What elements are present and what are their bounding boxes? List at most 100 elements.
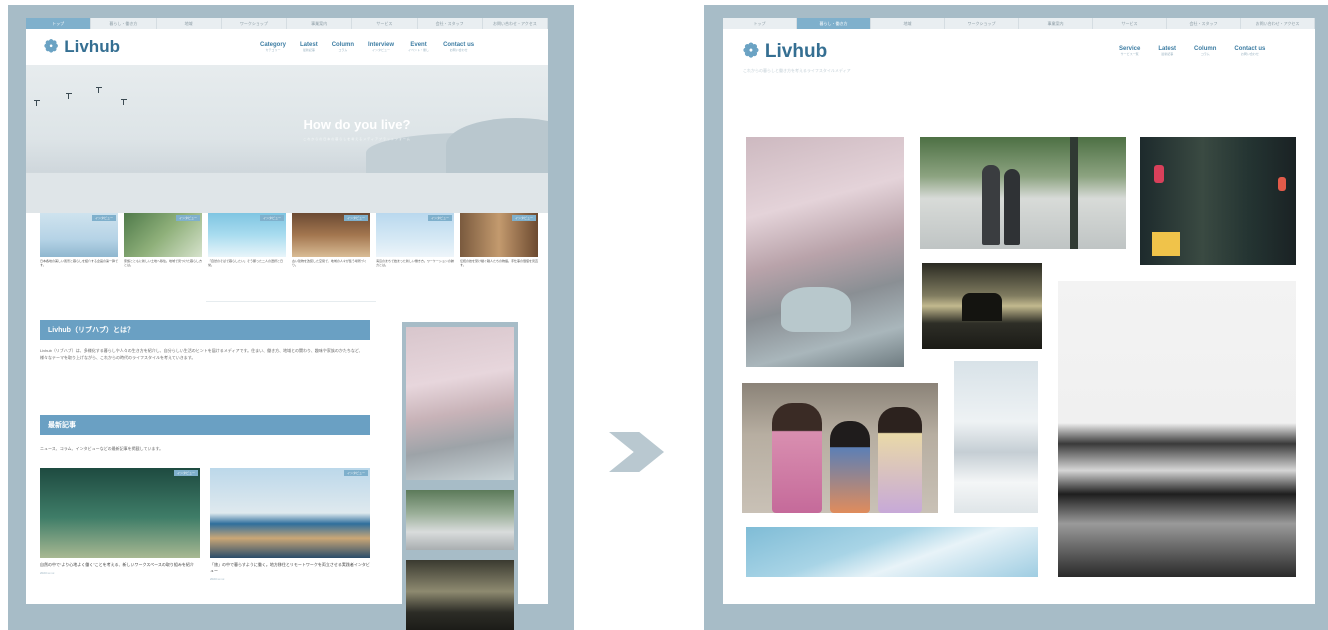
left-tab-contact[interactable]: お問い合わせ・アクセス (483, 18, 548, 29)
cherry-blossom-photo (406, 327, 514, 480)
latest-card[interactable]: インタビュー 自然の中で“より心地よく働く”ことを考える、新しいワークスペースの… (40, 468, 200, 575)
left-menu-category[interactable]: Category カテゴリー (260, 42, 286, 52)
right-tab-top[interactable]: トップ (723, 18, 797, 29)
left-menu-event-jp: イベント・催し (408, 47, 430, 52)
article-badge: インタビュー (343, 215, 368, 221)
hero-banner: How do you live? これからの日本の暮らしを考えるメディアプラット… (26, 65, 548, 213)
latest-card-date: 2023.xx.xx (40, 571, 55, 575)
article-thumb[interactable]: インタビュー 日本各地の美しい風景と暮らしを紹介する企画の第一弾です。 (40, 213, 118, 267)
bench-sunset-photo (406, 560, 514, 630)
right-menu-service-jp: サービス一覧 (1120, 51, 1139, 56)
left-menu-interview[interactable]: Interview インタビュー (368, 42, 394, 52)
girl-figure (878, 407, 922, 513)
left-tab-top[interactable]: トップ (26, 18, 92, 29)
left-topnav: トップ 暮らし・働き方 地域 ワークショップ 事業案内 サービス 会社・スタッフ… (26, 18, 548, 29)
right-menu-column[interactable]: Column コラム (1194, 46, 1216, 56)
article-badge: インタビュー (427, 215, 452, 221)
transition-chevron-icon (609, 432, 664, 472)
bird-icon (34, 100, 40, 107)
bench-couple (962, 293, 1002, 321)
latest-card-title: 自然の中で“より心地よく働く”ことを考える、新しいワークスペースの取り組みを紹介 (40, 562, 194, 567)
right-menu-service[interactable]: Service サービス一覧 (1119, 46, 1140, 56)
article-caption: 伝統の技を受け継ぐ職人たちの物語。手仕事の価値を見直す。 (460, 259, 539, 268)
lantern (1278, 177, 1286, 191)
left-menu-latest[interactable]: Latest 最新記事 (300, 42, 318, 52)
left-logo-text: Livhub (64, 37, 120, 56)
cherry-blossom-swan-boat-photo[interactable] (746, 137, 904, 367)
latest-card-date: 2023.xx.xx (210, 577, 225, 581)
left-logo[interactable]: ❁ Livhub (44, 37, 120, 57)
right-menu-contact-jp: お問い合わせ (1240, 51, 1259, 56)
left-tab-company[interactable]: 会社・スタッフ (418, 18, 483, 29)
right-menu-contact[interactable]: Contact us お問い合わせ (1234, 46, 1265, 56)
snowy-bw-landscape-photo[interactable] (1058, 281, 1296, 577)
latest-card-image: インタビュー (40, 468, 200, 558)
latest-card[interactable]: インタビュー 「旅」の中で暮らすように働く。地方移住とリモートワークを両立させる… (210, 468, 370, 581)
snowy-village-photo[interactable] (954, 361, 1038, 513)
hero-water (26, 173, 548, 213)
right-tab-business[interactable]: 事業案内 (1019, 18, 1093, 29)
article-thumb[interactable]: インタビュー「自然のそばで暮らしたい」そう願った二人の選択と日常。 (208, 213, 286, 267)
right-tab-workshop[interactable]: ワークショップ (945, 18, 1019, 29)
article-thumb[interactable]: インタビュー古い建物を改装した空間で、地域の人々が集う場所づくり。 (292, 213, 370, 267)
flower-logo-icon: ❁ (44, 37, 59, 56)
right-tab-service[interactable]: サービス (1093, 18, 1167, 29)
left-menu-contact-jp: お問い合わせ (449, 47, 468, 52)
hero-subtitle: これからの日本の暮らしを考えるメディアプラットフォーム (303, 137, 411, 141)
article-image: インタビュー (40, 213, 118, 257)
left-menu-latest-jp: 最新記事 (302, 47, 315, 52)
article-image: インタビュー (124, 213, 202, 257)
night-alley-photo[interactable] (1140, 137, 1296, 265)
latest-card-title: 「旅」の中で暮らすように働く。地方移住とリモートワークを両立させる実践者インタビ… (210, 562, 370, 573)
kimono-girls-photo[interactable] (742, 383, 938, 513)
article-thumb[interactable]: インタビュー家族とともに新しい土地へ移住。地域で見つけた暮らし方とは。 (124, 213, 202, 267)
article-thumb[interactable]: インタビュー伝統の技を受け継ぐ職人たちの物語。手仕事の価値を見直す。 (460, 213, 538, 267)
pole (1070, 137, 1078, 249)
left-tab-service[interactable]: サービス (352, 18, 418, 29)
latest-card-badge: インタビュー (343, 470, 368, 476)
hero-title: How do you live? (303, 117, 411, 132)
right-main-nav: Service サービス一覧 Latest 最新記事 Column コラム Conta… (1119, 46, 1265, 56)
bird-icon (121, 99, 127, 106)
about-text: Livhub（リブハブ）は、多様化する暮らしや人々の生き方を紹介し、自分らしい生… (40, 348, 363, 360)
right-menu-latest[interactable]: Latest 最新記事 (1158, 46, 1176, 56)
article-image: インタビュー (460, 213, 538, 257)
elderly-couple-crosswalk-photo[interactable] (920, 137, 1126, 249)
article-caption: 家族とともに新しい土地へ移住。地域で見つけた暮らし方とは。 (124, 259, 203, 268)
right-tab-contact[interactable]: お問い合わせ・アクセス (1241, 18, 1315, 29)
article-thumb[interactable]: インタビュー海辺のまちで始まった新しい働き方。ワーケーションの魅力とは。 (376, 213, 454, 267)
sky-clouds-photo[interactable] (746, 527, 1038, 577)
article-image: インタビュー (376, 213, 454, 257)
left-menu-contact[interactable]: Contact us お問い合わせ (443, 42, 474, 52)
right-tab-region[interactable]: 地域 (871, 18, 945, 29)
bench-lake-sunset-photo[interactable] (922, 263, 1042, 349)
left-menu-event[interactable]: Event イベント・催し (408, 42, 429, 52)
right-tagline: これからの暮らしと働き方を考えるライフスタイルメディア (743, 68, 851, 73)
girl-figure (830, 421, 870, 513)
left-tab-business[interactable]: 事業案内 (287, 18, 353, 29)
couple-figure (982, 165, 1000, 245)
right-logo-text: Livhub (764, 40, 828, 62)
latest-card-badge: インタビュー (173, 470, 198, 476)
article-badge: インタビュー (91, 215, 116, 221)
article-badge: インタビュー (259, 215, 284, 221)
left-main-nav: Category カテゴリー Latest 最新記事 Column コラム Inter… (260, 42, 474, 52)
right-logo[interactable]: ❁ Livhub (743, 40, 827, 63)
article-image: インタビュー (292, 213, 370, 257)
elderly-couple-photo (406, 490, 514, 550)
right-tab-company[interactable]: 会社・スタッフ (1167, 18, 1241, 29)
left-menu-interview-jp: インタビュー (372, 47, 391, 52)
couple-figure (1004, 169, 1020, 245)
left-tab-region[interactable]: 地域 (157, 18, 222, 29)
divider (206, 301, 376, 302)
bird-icon (66, 93, 72, 100)
lantern (1154, 165, 1164, 183)
left-tab-life[interactable]: 暮らし・働き方 (91, 18, 157, 29)
article-badge: インタビュー (175, 215, 200, 221)
left-menu-column[interactable]: Column コラム (332, 42, 354, 52)
article-caption: 「自然のそばで暮らしたい」そう願った二人の選択と日常。 (208, 259, 284, 268)
right-tab-life[interactable]: 暮らし・働き方 (797, 18, 871, 29)
left-tab-workshop[interactable]: ワークショップ (222, 18, 287, 29)
article-caption: 海辺のまちで始まった新しい働き方。ワーケーションの魅力とは。 (376, 259, 454, 268)
article-caption: 古い建物を改装した空間で、地域の人々が集う場所づくり。 (292, 259, 367, 268)
